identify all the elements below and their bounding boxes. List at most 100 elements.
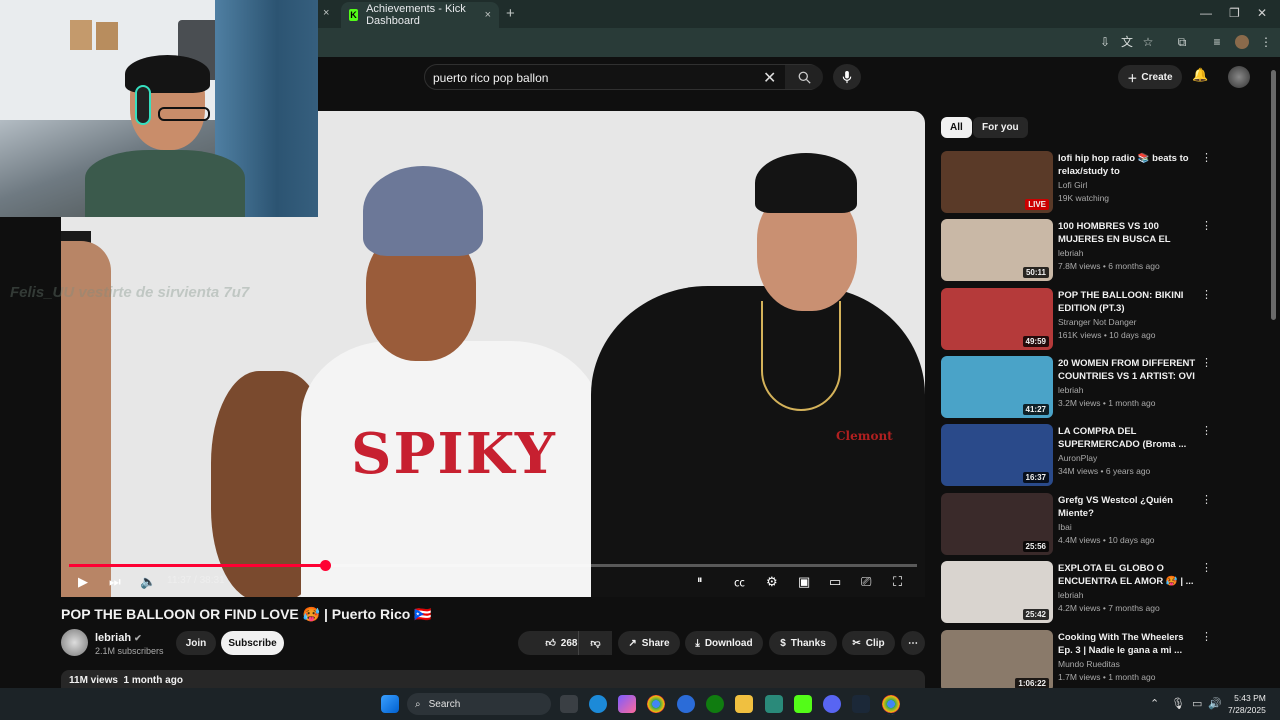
settings-gear-icon[interactable]: ⚙ <box>766 574 778 590</box>
autoplay-toggle-icon[interactable]: ⏸ <box>697 574 703 587</box>
install-app-icon[interactable]: ⇩ <box>1098 35 1112 49</box>
app-icon-blue[interactable] <box>677 695 695 713</box>
more-vertical-icon[interactable]: ⋮ <box>1201 630 1212 643</box>
page-scrollbar[interactable] <box>1271 70 1276 320</box>
discord-icon[interactable] <box>823 695 841 713</box>
tab-close-icon[interactable]: × <box>485 9 491 21</box>
new-tab-icon[interactable]: + <box>506 5 515 22</box>
recommendation-channel[interactable]: Ibai <box>1058 522 1072 532</box>
translate-icon[interactable]: 文 <box>1120 35 1134 49</box>
xbox-icon[interactable] <box>706 695 724 713</box>
recommendation-title[interactable]: lofi hip hop radio 📚 beats to relax/stud… <box>1058 152 1198 178</box>
edge-icon[interactable] <box>589 695 607 713</box>
task-view-icon[interactable] <box>560 695 578 713</box>
recommendation-channel[interactable]: AuronPlay <box>1058 453 1097 463</box>
copilot-icon[interactable] <box>618 695 636 713</box>
previous-tab-close-icon[interactable]: × <box>323 7 329 19</box>
taskbar-clock[interactable]: 5:43 PM 7/28/2025 <box>1228 692 1266 716</box>
miniplayer-icon[interactable]: ▣ <box>798 574 810 590</box>
recommendation-item[interactable]: 50:11 100 HOMBRES VS 100 MUJERES EN BUSCA… <box>941 219 1212 281</box>
media-control-icon[interactable]: ≡ <box>1210 35 1224 49</box>
more-vertical-icon[interactable]: ⋮ <box>1201 288 1212 301</box>
channel-avatar[interactable] <box>61 629 88 656</box>
extensions-icon[interactable]: ⧉ <box>1175 35 1189 49</box>
video-thumbnail[interactable]: 50:11 <box>941 219 1053 281</box>
share-button[interactable]: ↗ Share <box>618 631 680 655</box>
recommendation-channel[interactable]: Lofi Girl <box>1058 180 1087 190</box>
theater-mode-icon[interactable]: ▭ <box>829 574 841 590</box>
recommendation-title[interactable]: 20 WOMEN FROM DIFFERENT COUNTRIES VS 1 A… <box>1058 357 1198 384</box>
recommendation-title[interactable]: Grefg VS Westcol ¿Quién Miente? <box>1058 494 1198 520</box>
create-button[interactable]: ＋ Create <box>1118 65 1182 89</box>
recommendation-channel[interactable]: lebriah <box>1058 590 1084 600</box>
taskbar-search[interactable]: ⌕ Search <box>407 693 551 715</box>
recommendation-item[interactable]: LIVE lofi hip hop radio 📚 beats to relax/… <box>941 151 1212 213</box>
recommendation-title[interactable]: LA COMPRA DEL SUPERMERCADO (Broma ... <box>1058 425 1198 451</box>
subscribe-button[interactable]: Subscribe <box>221 631 284 655</box>
tray-overflow-icon[interactable]: ⌃ <box>1150 697 1159 710</box>
microphone-tray-icon[interactable]: 🎙 <box>1171 697 1185 710</box>
windows-start-icon[interactable] <box>381 695 399 713</box>
recommendation-channel[interactable]: Mundo Rueditas <box>1058 659 1120 669</box>
voice-search-button[interactable] <box>833 64 861 90</box>
file-explorer-icon[interactable] <box>735 695 753 713</box>
dislike-button[interactable]: 👎︎ <box>578 631 612 655</box>
more-vertical-icon[interactable]: ⋮ <box>1201 493 1212 506</box>
clear-search-icon[interactable]: ✕ <box>763 68 776 88</box>
more-actions-button[interactable]: ⋯ <box>901 631 925 655</box>
recommendation-channel[interactable]: Stranger Not Danger <box>1058 317 1136 327</box>
recommendation-title[interactable]: 100 HOMBRES VS 100 MUJERES EN BUSCA EL A… <box>1058 220 1198 247</box>
steam-icon[interactable] <box>852 695 870 713</box>
video-description-box[interactable]: 11M views 1 month ago <box>61 670 925 690</box>
volume-icon[interactable]: 🔈 <box>140 574 156 590</box>
thanks-button[interactable]: $ Thanks <box>769 631 837 655</box>
search-box[interactable]: ✕ <box>424 64 823 90</box>
recommendation-title[interactable]: EXPLOTA EL GLOBO O ENCUENTRA EL AMOR 🥵 |… <box>1058 562 1198 588</box>
recommendation-item[interactable]: 25:42 EXPLOTA EL GLOBO O ENCUENTRA EL AMO… <box>941 561 1212 623</box>
video-thumbnail[interactable]: LIVE <box>941 151 1053 213</box>
more-vertical-icon[interactable]: ⋮ <box>1201 356 1212 369</box>
video-thumbnail[interactable]: 1:06:22 <box>941 630 1053 692</box>
recommendation-item[interactable]: 49:59 POP THE BALLOON: BIKINI EDITION (PT… <box>941 288 1212 350</box>
search-button[interactable] <box>785 65 823 89</box>
minimize-icon[interactable]: — <box>1200 6 1212 20</box>
recommendation-channel[interactable]: lebriah <box>1058 248 1084 258</box>
recommendation-channel[interactable]: lebriah <box>1058 385 1084 395</box>
join-button[interactable]: Join <box>176 631 216 655</box>
video-thumbnail[interactable]: 41:27 <box>941 356 1053 418</box>
chrome-active-icon[interactable] <box>882 695 900 713</box>
play-icon[interactable]: ▶ <box>78 574 88 590</box>
recommendation-title[interactable]: Cooking With The Wheelers Ep. 3 | Nadie … <box>1058 631 1198 657</box>
bookmark-star-icon[interactable]: ☆ <box>1141 35 1155 49</box>
video-thumbnail[interactable]: 25:42 <box>941 561 1053 623</box>
recommendation-item[interactable]: 41:27 20 WOMEN FROM DIFFERENT COUNTRIES V… <box>941 356 1212 418</box>
channel-name[interactable]: lebriah ✔ <box>95 632 142 644</box>
more-vertical-icon[interactable]: ⋮ <box>1201 219 1212 232</box>
recommendation-item[interactable]: 16:37 LA COMPRA DEL SUPERMERCADO (Broma .… <box>941 424 1212 486</box>
chip-for-you[interactable]: For you <box>973 117 1028 138</box>
browser-menu-icon[interactable]: ⋮ <box>1259 35 1273 49</box>
clip-button[interactable]: ✂ Clip <box>842 631 895 655</box>
cast-icon[interactable]: ⎚ <box>861 574 871 590</box>
video-thumbnail[interactable]: 16:37 <box>941 424 1053 486</box>
video-thumbnail[interactable]: 49:59 <box>941 288 1053 350</box>
video-thumbnail[interactable]: 25:56 <box>941 493 1053 555</box>
recommendation-item[interactable]: 25:56 Grefg VS Westcol ¿Quién Miente? Ibai… <box>941 493 1212 555</box>
more-vertical-icon[interactable]: ⋮ <box>1201 151 1212 164</box>
speaker-icon[interactable]: 🔊 <box>1208 697 1222 710</box>
captions-icon[interactable]: ㏄ <box>734 574 745 590</box>
restore-icon[interactable]: ❐ <box>1229 6 1240 20</box>
browser-profile-avatar[interactable] <box>1235 35 1249 49</box>
search-input[interactable] <box>433 69 753 87</box>
browser-tab-kick-dashboard[interactable]: K Achievements - Kick Dashboard × <box>341 2 499 28</box>
video-progress-bar[interactable] <box>69 560 917 571</box>
download-button[interactable]: ⤓ Download <box>685 631 763 655</box>
notifications-bell-icon[interactable]: 🔔 <box>1192 67 1208 83</box>
fullscreen-icon[interactable]: ⛶ <box>893 574 902 590</box>
recommendation-title[interactable]: POP THE BALLOON: BIKINI EDITION (PT.3) <box>1058 289 1198 315</box>
app-icon-teal[interactable] <box>765 695 783 713</box>
chip-all[interactable]: All <box>941 117 972 138</box>
network-icon[interactable]: ▭ <box>1192 697 1202 710</box>
close-window-icon[interactable]: ✕ <box>1257 6 1267 20</box>
recommendation-item[interactable]: 1:06:22 Cooking With The Wheelers Ep. 3 |… <box>941 630 1212 692</box>
